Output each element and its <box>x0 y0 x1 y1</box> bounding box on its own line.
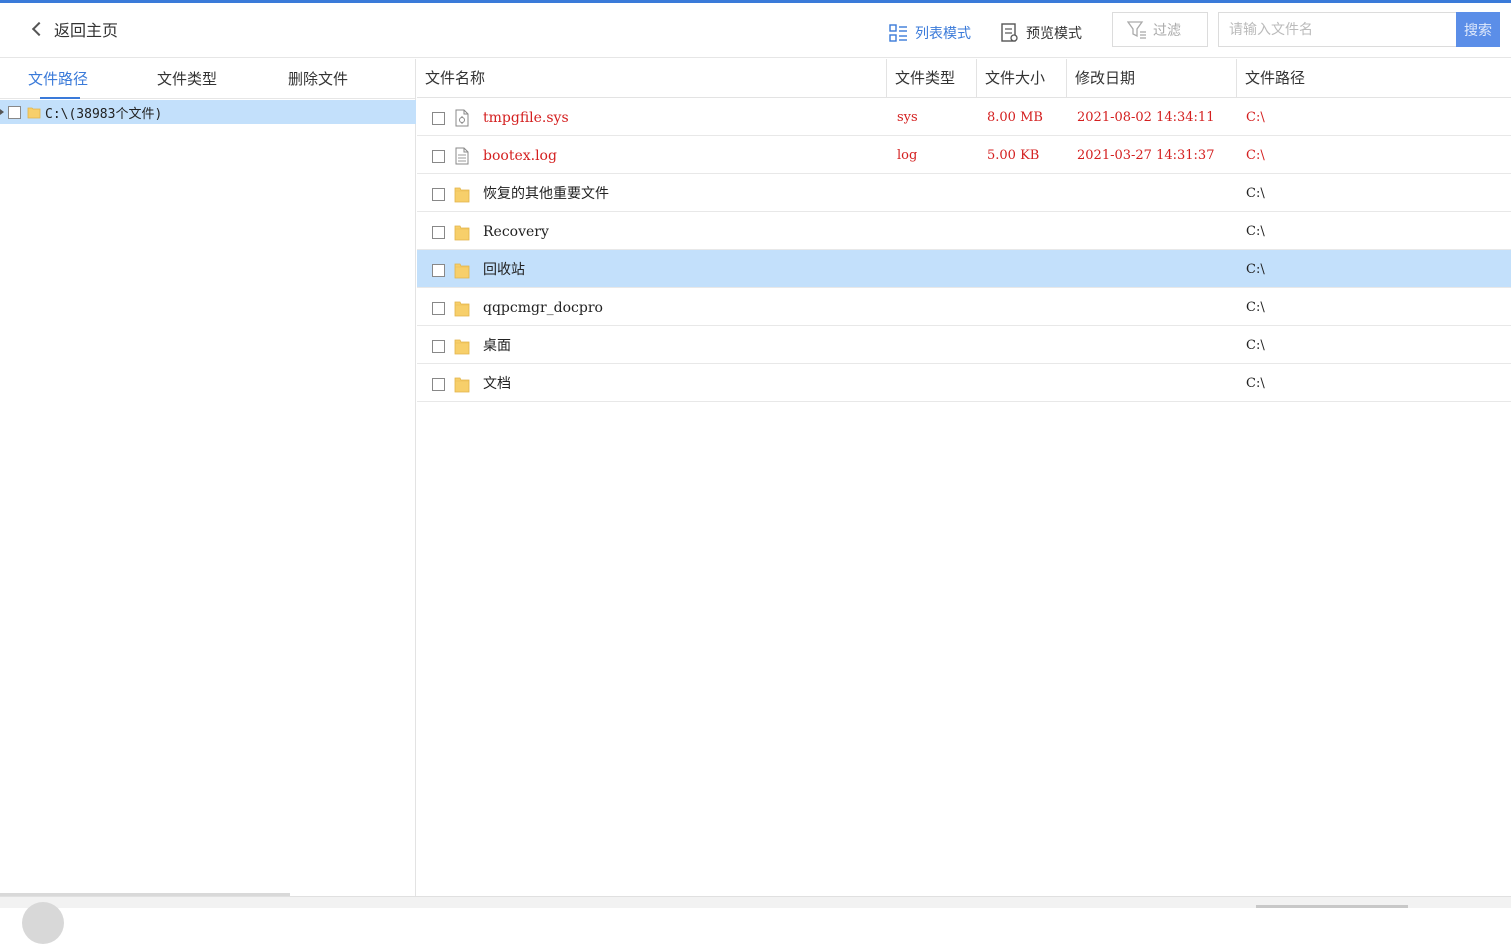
row-checkbox[interactable] <box>432 340 445 353</box>
file-path-cell: C:\ <box>1246 148 1265 163</box>
tree-item-checkbox[interactable] <box>8 105 21 119</box>
file-path-cell: C:\ <box>1246 262 1265 277</box>
folder-icon <box>454 261 470 279</box>
table-row[interactable]: bootex.log log 5.00 KB 2021-03-27 14:31:37 C… <box>417 136 1511 174</box>
sidebar-tabs: 文件路径 文件类型 删除文件 <box>0 59 415 99</box>
table-row[interactable]: Recovery C:\ <box>417 212 1511 250</box>
list-mode-label: 列表模式 <box>915 26 971 42</box>
table-row[interactable]: 回收站 C:\ <box>417 250 1511 288</box>
folder-icon <box>27 107 41 119</box>
folder-icon <box>454 337 470 355</box>
search-button[interactable]: 搜索 <box>1456 12 1500 47</box>
table-row[interactable]: 恢复的其他重要文件 C:\ <box>417 174 1511 212</box>
active-tab-indicator <box>40 97 80 99</box>
row-checkbox[interactable] <box>432 378 445 391</box>
file-type-cell: log <box>897 148 918 163</box>
filter-label: 过滤 <box>1153 22 1181 39</box>
preview-mode-label: 预览模式 <box>1026 26 1082 42</box>
toolbar: 返回主页 列表模式 预览模式 过滤 搜索 <box>0 3 1511 58</box>
file-name-cell: 文档 <box>483 376 511 392</box>
table-body: tmpgfile.sys sys 8.00 MB 2021-08-02 14:34:1… <box>417 98 1511 402</box>
folder-icon <box>454 299 470 317</box>
row-checkbox[interactable] <box>432 112 445 125</box>
preview-mode-icon <box>1001 23 1018 42</box>
row-checkbox[interactable] <box>432 150 445 163</box>
search-input[interactable] <box>1218 12 1456 47</box>
table-header: 文件名称 文件类型 文件大小 修改日期 文件路径 <box>417 59 1511 98</box>
row-checkbox[interactable] <box>432 188 445 201</box>
tree-item-drive-c[interactable]: C:\(38983个文件) <box>0 100 416 124</box>
tab-file-path[interactable]: 文件路径 <box>28 68 88 89</box>
file-date-cell: 2021-03-27 14:31:37 <box>1077 148 1215 163</box>
file-path-cell: C:\ <box>1246 186 1265 201</box>
file-size-cell: 8.00 MB <box>987 110 1043 125</box>
table-row[interactable]: qqpcmgr_docpro C:\ <box>417 288 1511 326</box>
folder-icon <box>454 223 470 241</box>
back-home-button[interactable]: 返回主页 <box>28 17 118 41</box>
table-row[interactable]: 文档 C:\ <box>417 364 1511 402</box>
preview-mode-button[interactable]: 预览模式 <box>1000 21 1082 45</box>
tab-deleted-files[interactable]: 删除文件 <box>288 68 348 89</box>
folder-icon <box>454 185 470 203</box>
file-date-cell: 2021-08-02 14:34:11 <box>1077 110 1215 125</box>
tab-file-type[interactable]: 文件类型 <box>157 68 217 89</box>
file-name-cell: 恢复的其他重要文件 <box>483 186 609 202</box>
file-path-cell: C:\ <box>1246 376 1265 391</box>
list-mode-icon <box>889 23 907 42</box>
file-path-cell: C:\ <box>1246 300 1265 315</box>
column-header-type[interactable]: 文件类型 <box>887 59 977 98</box>
table-row[interactable]: tmpgfile.sys sys 8.00 MB 2021-08-02 14:34:1… <box>417 98 1511 136</box>
file-table: 文件名称 文件类型 文件大小 修改日期 文件路径 tmpgfile.sys sys… <box>417 59 1511 402</box>
file-type-cell: sys <box>897 110 918 125</box>
chevron-left-icon <box>31 21 47 37</box>
column-header-date[interactable]: 修改日期 <box>1067 59 1237 98</box>
tree-item-label: C:\(38983个文件) <box>45 106 163 122</box>
folder-icon <box>454 375 470 393</box>
column-header-path[interactable]: 文件路径 <box>1237 59 1511 98</box>
column-header-name[interactable]: 文件名称 <box>417 59 887 98</box>
table-row[interactable]: 桌面 C:\ <box>417 326 1511 364</box>
filter-button[interactable]: 过滤 <box>1112 12 1208 47</box>
file-name-cell: Recovery <box>483 224 549 240</box>
row-checkbox[interactable] <box>432 302 445 315</box>
file-name-cell: 桌面 <box>483 338 511 354</box>
file-size-cell: 5.00 KB <box>987 148 1040 163</box>
list-mode-button[interactable]: 列表模式 <box>889 21 971 45</box>
file-name-cell: bootex.log <box>483 148 557 164</box>
file-name-cell: qqpcmgr_docpro <box>483 300 603 316</box>
back-home-label: 返回主页 <box>54 21 119 40</box>
sidebar: 文件路径 文件类型 删除文件 C:\(38983个文件) <box>0 59 416 897</box>
file-name-cell: tmpgfile.sys <box>483 110 569 126</box>
filter-icon <box>1127 20 1146 39</box>
column-header-size[interactable]: 文件大小 <box>977 59 1067 98</box>
file-name-cell: 回收站 <box>483 262 525 278</box>
bottom-round-button[interactable] <box>22 902 64 944</box>
row-checkbox[interactable] <box>432 264 445 277</box>
file-path-cell: C:\ <box>1246 110 1265 125</box>
file-path-cell: C:\ <box>1246 338 1265 353</box>
expand-arrow-icon[interactable] <box>0 109 4 115</box>
text-file-icon <box>454 147 470 165</box>
file-path-cell: C:\ <box>1246 224 1265 239</box>
row-checkbox[interactable] <box>432 226 445 239</box>
system-file-icon <box>454 109 470 127</box>
